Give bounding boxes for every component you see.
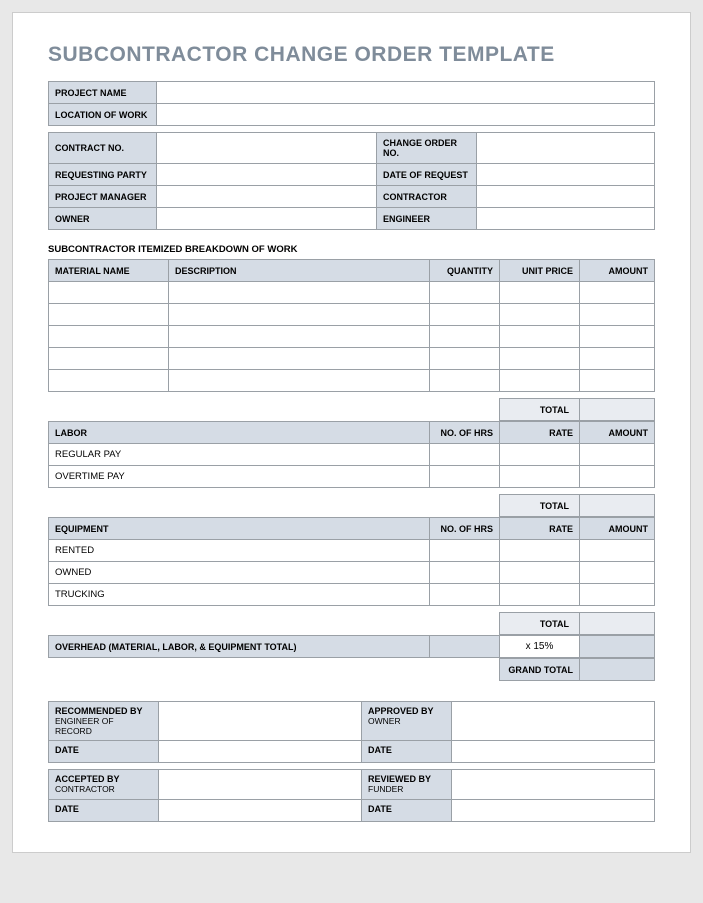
engineer-label: ENGINEER [377,208,477,230]
accepted-by-field[interactable] [159,770,362,800]
unit-price-header: UNIT PRICE [500,260,580,282]
contractor-label: CONTRACTOR [377,186,477,208]
rented-row: RENTED [49,540,430,562]
owner-label: OWNER [49,208,157,230]
grand-total-field[interactable] [580,659,655,681]
date-label-4: DATE [362,800,452,822]
date-request-label: DATE OF REQUEST [377,164,477,186]
trucking-row: TRUCKING [49,584,430,606]
overhead-label: OVERHEAD (MATERIAL, LABOR, & EQUIPMENT T… [49,636,430,658]
quantity-header: QUANTITY [430,260,500,282]
project-manager-field[interactable] [157,186,377,208]
location-label: LOCATION OF WORK [49,104,157,126]
project-name-field[interactable] [157,82,655,104]
contract-details-table: CONTRACT NO. CHANGE ORDER NO. REQUESTING… [48,132,655,230]
contract-no-field[interactable] [157,133,377,164]
project-name-label: PROJECT NAME [49,82,157,104]
location-field[interactable] [157,104,655,126]
labor-total-label: TOTAL [500,495,580,517]
material-total-field[interactable] [580,399,655,421]
project-manager-label: PROJECT MANAGER [49,186,157,208]
labor-hrs-header: NO. OF HRS [430,422,500,444]
grand-total-label: GRAND TOTAL [500,659,580,681]
description-header: DESCRIPTION [169,260,430,282]
labor-total-table: TOTAL [48,494,655,517]
breakdown-section-title: SUBCONTRACTOR ITEMIZED BREAKDOWN OF WORK [48,244,655,255]
equipment-total-field[interactable] [580,613,655,635]
project-header-table: PROJECT NAME LOCATION OF WORK [48,81,655,126]
material-total-table: TOTAL [48,398,655,421]
engineer-field[interactable] [477,208,655,230]
material-name-header: MATERIAL NAME [49,260,169,282]
contract-no-label: CONTRACT NO. [49,133,157,164]
owner-field[interactable] [157,208,377,230]
signatures-table: RECOMMENDED BY ENGINEER OF RECORD APPROV… [48,701,655,763]
date-field-4[interactable] [452,800,655,822]
grand-total-table: GRAND TOTAL [48,658,655,681]
approved-by-field[interactable] [452,702,655,741]
page-container: SUBCONTRACTOR CHANGE ORDER TEMPLATE PROJ… [12,12,691,853]
equip-rate-header: RATE [500,518,580,540]
overhead-rate: x 15% [500,636,580,658]
recommended-by-field[interactable] [159,702,362,741]
contractor-field[interactable] [477,186,655,208]
labor-total-field[interactable] [580,495,655,517]
date-request-field[interactable] [477,164,655,186]
overhead-table: OVERHEAD (MATERIAL, LABOR, & EQUIPMENT T… [48,635,655,658]
labor-rate-header: RATE [500,422,580,444]
equipment-table: EQUIPMENT NO. OF HRS RATE AMOUNT RENTED … [48,517,655,606]
accepted-by-label: ACCEPTED BY CONTRACTOR [49,770,159,800]
date-field-3[interactable] [159,800,362,822]
reviewed-by-field[interactable] [452,770,655,800]
material-row-cell[interactable] [49,282,169,304]
recommended-by-label: RECOMMENDED BY ENGINEER OF RECORD [49,702,159,741]
requesting-party-field[interactable] [157,164,377,186]
overtime-pay-row: OVERTIME PAY [49,466,430,488]
equip-hrs-header: NO. OF HRS [430,518,500,540]
document-title: SUBCONTRACTOR CHANGE ORDER TEMPLATE [48,43,655,67]
overhead-amount-field[interactable] [580,636,655,658]
amount-header: AMOUNT [580,260,655,282]
signatures-table-2: ACCEPTED BY CONTRACTOR REVIEWED BY FUNDE… [48,769,655,822]
change-order-no-field[interactable] [477,133,655,164]
date-label-1: DATE [49,741,159,763]
labor-amount-header: AMOUNT [580,422,655,444]
owned-row: OWNED [49,562,430,584]
equipment-header: EQUIPMENT [49,518,430,540]
requesting-party-label: REQUESTING PARTY [49,164,157,186]
labor-header: LABOR [49,422,430,444]
regular-pay-row: REGULAR PAY [49,444,430,466]
equipment-total-label: TOTAL [500,613,580,635]
equipment-total-table: TOTAL [48,612,655,635]
equip-amount-header: AMOUNT [580,518,655,540]
date-field-2[interactable] [452,741,655,763]
labor-table: LABOR NO. OF HRS RATE AMOUNT REGULAR PAY… [48,421,655,488]
change-order-no-label: CHANGE ORDER NO. [377,133,477,164]
material-table: MATERIAL NAME DESCRIPTION QUANTITY UNIT … [48,259,655,392]
reviewed-by-label: REVIEWED BY FUNDER [362,770,452,800]
date-field-1[interactable] [159,741,362,763]
approved-by-label: APPROVED BY OWNER [362,702,452,741]
material-total-label: TOTAL [500,399,580,421]
date-label-2: DATE [362,741,452,763]
date-label-3: DATE [49,800,159,822]
